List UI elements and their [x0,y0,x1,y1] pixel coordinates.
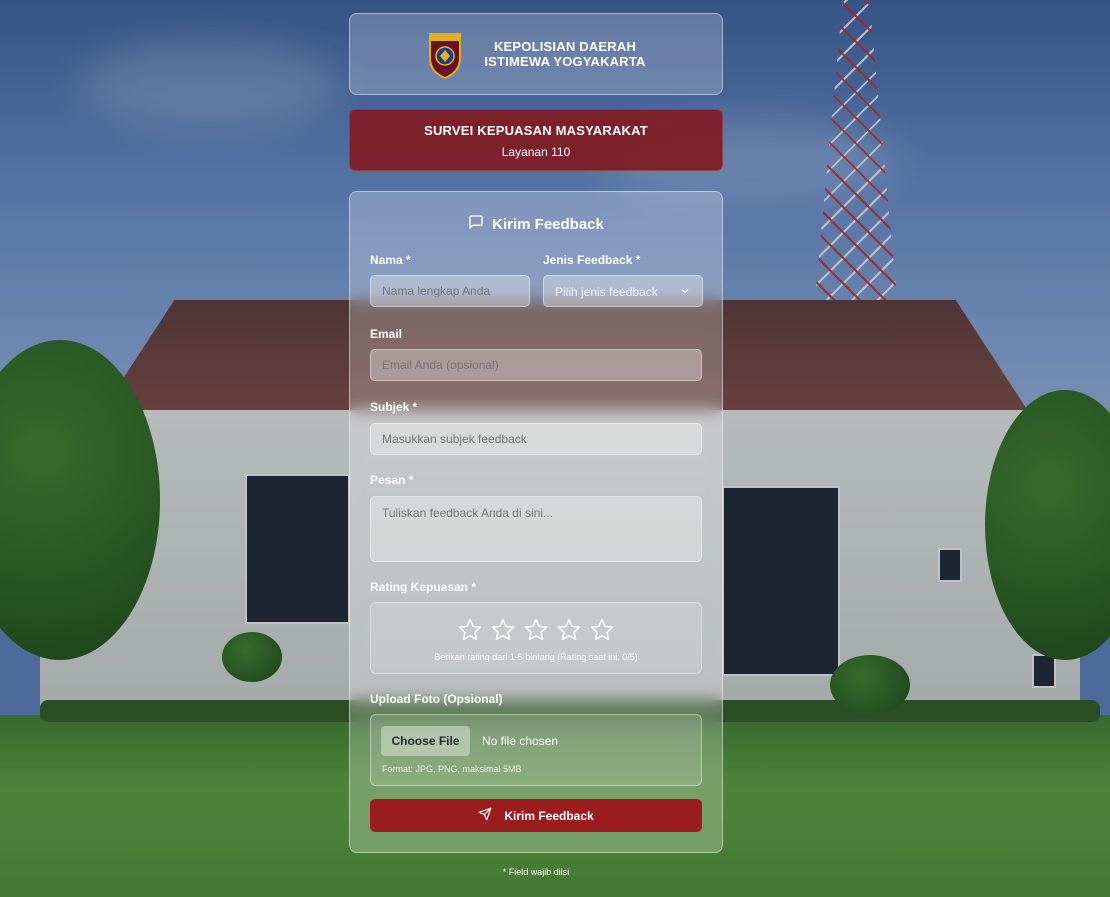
email-input[interactable] [370,349,702,381]
organization-name: KEPOLISIAN DAERAH ISTIMEWA YOGYAKARTA [484,39,645,69]
survey-banner: SURVEI KEPUASAN MASYARAKAT Layanan 110 [349,109,723,171]
rating-hint: Berikan rating dari 1-5 bintang (Rating … [434,652,638,662]
feedback-type-select[interactable]: Pilih jenis feedback [543,275,703,307]
message-label: Pesan * [370,473,414,487]
message-textarea[interactable] [370,496,702,562]
chevron-down-icon [680,285,690,299]
feedback-type-label: Jenis Feedback * [543,253,641,267]
upload-format-hint: Format: JPG, PNG, maksimal 5MB [382,764,522,774]
send-icon [478,807,492,824]
star-icon[interactable] [523,617,549,643]
name-label: Nama * [370,253,411,267]
choose-file-button[interactable]: Choose File [381,726,470,756]
star-icon[interactable] [589,617,615,643]
star-icon[interactable] [556,617,582,643]
upload-box: Choose File No file chosen Format: JPG, … [370,714,702,786]
upload-label: Upload Foto (Opsional) [370,692,503,706]
survey-subtitle: Layanan 110 [501,145,571,159]
star-icon[interactable] [490,617,516,643]
subject-input[interactable] [370,423,702,455]
form-title: Kirim Feedback [350,214,722,234]
email-label: Email [370,327,403,341]
message-square-icon [468,214,484,234]
rating-label: Rating Kepuasan * [370,580,477,594]
rating-box: Berikan rating dari 1-5 bintang (Rating … [370,602,702,674]
header-card: KEPOLISIAN DAERAH ISTIMEWA YOGYAKARTA [349,13,723,95]
org-name-line2: ISTIMEWA YOGYAKARTA [484,54,646,69]
star-rating [371,617,701,643]
star-icon[interactable] [457,617,483,643]
subject-label: Subjek * [370,400,418,414]
police-badge-icon [426,28,464,80]
feedback-type-selected: Pilih jenis feedback [555,285,658,299]
submit-feedback-button[interactable]: Kirim Feedback [370,799,702,832]
required-field-note: * Field wajib diisi [502,867,570,877]
feedback-form: Kirim Feedback Nama * Jenis Feedback * P… [349,191,723,853]
name-input[interactable] [370,275,530,307]
submit-label: Kirim Feedback [504,808,594,823]
survey-title: SURVEI KEPUASAN MASYARAKAT [424,123,648,138]
file-status: No file chosen [482,734,559,748]
form-title-text: Kirim Feedback [492,215,604,233]
org-name-line1: KEPOLISIAN DAERAH [493,39,637,54]
